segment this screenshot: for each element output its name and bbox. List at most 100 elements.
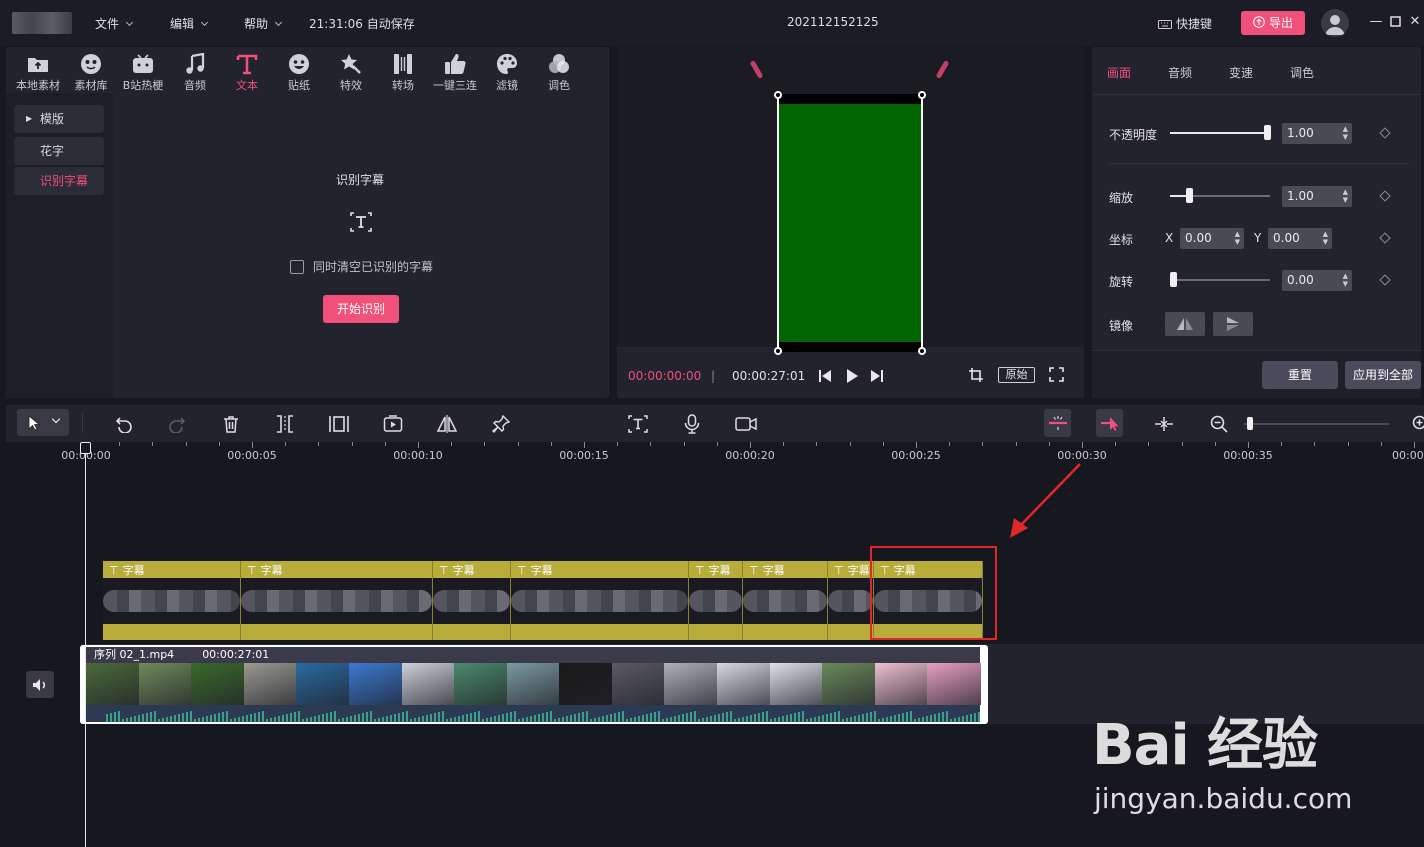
- waveform-bar: [418, 717, 420, 722]
- waveform-bar: [226, 711, 228, 722]
- video-frame[interactable]: [774, 91, 926, 355]
- subtitle-clip[interactable]: ⊤ 字幕: [433, 561, 511, 640]
- rotation-input[interactable]: 0.00 ▲ ▼: [1282, 270, 1352, 291]
- center-split-icon[interactable]: [1153, 413, 1175, 435]
- position-x-input[interactable]: 0.00 ▲ ▼: [1180, 228, 1244, 249]
- apply-to-all-button[interactable]: 应用到全部: [1345, 361, 1421, 389]
- tab-speed[interactable]: 变速: [1229, 64, 1253, 81]
- tab-audio[interactable]: 音频: [1168, 64, 1192, 81]
- shortcut-button[interactable]: 快捷键: [1158, 15, 1212, 32]
- tool-filter[interactable]: 滤镜: [481, 51, 533, 93]
- subnav-fancy-text[interactable]: 花字: [14, 137, 104, 165]
- tool-material-library[interactable]: 素材库: [65, 51, 117, 93]
- position-keyframe-icon[interactable]: [1379, 232, 1391, 244]
- minimize-button[interactable]: —: [1369, 14, 1383, 30]
- replay-icon[interactable]: [382, 413, 404, 435]
- next-frame-icon[interactable]: [870, 369, 884, 386]
- zoom-in-icon[interactable]: [1410, 413, 1424, 435]
- menu-help[interactable]: 帮助: [244, 15, 283, 32]
- subnav-recognize-subtitles[interactable]: 识别字幕: [14, 167, 104, 195]
- mirror-horizontal-button[interactable]: [1165, 312, 1205, 336]
- flip-icon[interactable]: [436, 413, 458, 435]
- checkbox-box[interactable]: [290, 259, 304, 274]
- playhead[interactable]: [80, 442, 91, 847]
- subtitle-clip[interactable]: ⊤ 字幕: [103, 561, 241, 640]
- opacity-keyframe-icon[interactable]: [1379, 127, 1391, 139]
- scale-input[interactable]: 1.00 ▲ ▼: [1282, 186, 1352, 207]
- crop-icon[interactable]: [968, 367, 984, 386]
- camera-icon[interactable]: [735, 413, 757, 435]
- zoom-slider-thumb[interactable]: [1247, 417, 1253, 430]
- subtitle-clip[interactable]: ⊤ 字幕: [828, 561, 874, 640]
- video-thumbnail: [296, 663, 350, 705]
- tool-sticker[interactable]: 贴纸: [273, 51, 325, 93]
- resize-handle-bl[interactable]: [774, 347, 782, 355]
- subtitle-clip[interactable]: ⊤ 字幕: [241, 561, 433, 640]
- magnet-snap-button[interactable]: [1044, 409, 1071, 437]
- play-icon[interactable]: [845, 368, 859, 387]
- opacity-slider[interactable]: [1170, 125, 1271, 140]
- maximize-button[interactable]: [1388, 14, 1402, 30]
- scale-slider-thumb[interactable]: [1186, 188, 1193, 203]
- rotation-keyframe-icon[interactable]: [1379, 274, 1391, 286]
- waveform-bar: [454, 717, 456, 722]
- tool-text[interactable]: 文本: [221, 51, 273, 93]
- tool-effects[interactable]: 特效: [325, 51, 377, 93]
- original-ratio-button[interactable]: 原始: [998, 367, 1035, 383]
- tool-audio[interactable]: 音频: [169, 51, 221, 93]
- zoom-out-icon[interactable]: [1208, 413, 1230, 435]
- start-recognition-button[interactable]: 开始识别: [323, 295, 399, 323]
- menu-file[interactable]: 文件: [95, 15, 134, 32]
- waveform-bar: [662, 719, 664, 722]
- clear-existing-checkbox[interactable]: 同时清空已识别的字幕: [290, 258, 433, 275]
- close-button[interactable]: ✕: [1408, 14, 1422, 30]
- trim-icon[interactable]: [328, 413, 350, 435]
- reset-button[interactable]: 重置: [1262, 361, 1338, 389]
- fullscreen-icon[interactable]: [1049, 367, 1064, 385]
- tab-picture[interactable]: 画面: [1107, 64, 1131, 81]
- playhead-handle[interactable]: [80, 442, 91, 454]
- tool-color-grading[interactable]: 调色: [533, 51, 585, 93]
- export-button[interactable]: 导出: [1241, 11, 1305, 35]
- text-recognize-icon[interactable]: [627, 413, 649, 435]
- resize-handle-tr[interactable]: [918, 91, 926, 99]
- position-y-input[interactable]: 0.00 ▲ ▼: [1268, 228, 1332, 249]
- waveform-bar: [606, 715, 608, 722]
- select-tool-dropdown[interactable]: [17, 409, 69, 436]
- redo-icon[interactable]: [166, 413, 188, 435]
- video-clip[interactable]: 序列 02_1.mp4 00:00:27:01: [80, 645, 988, 724]
- undo-icon[interactable]: [113, 413, 135, 435]
- tab-color[interactable]: 调色: [1290, 64, 1314, 81]
- resize-handle-br[interactable]: [918, 347, 926, 355]
- tv-icon: [133, 54, 153, 73]
- zoom-slider[interactable]: [1244, 417, 1389, 430]
- waveform-bar: [582, 712, 584, 722]
- tool-local-media[interactable]: 本地素材: [12, 51, 64, 93]
- resize-handle-tl[interactable]: [774, 91, 782, 99]
- mirror-vertical-button[interactable]: [1213, 312, 1253, 336]
- subtitle-clip-label: ⊤ 字幕: [439, 564, 475, 577]
- opacity-input[interactable]: 1.00 ▲ ▼: [1282, 123, 1352, 144]
- mute-track-button[interactable]: [26, 671, 54, 698]
- tool-triple-combo[interactable]: 一键三连: [429, 51, 481, 93]
- subtitle-clip[interactable]: ⊤ 字幕: [743, 561, 828, 640]
- subnav-template[interactable]: ▶ 模版: [14, 105, 104, 133]
- rotation-slider[interactable]: [1170, 272, 1270, 287]
- linkage-button[interactable]: [1096, 409, 1123, 437]
- subtitle-clip[interactable]: ⊤ 字幕: [511, 561, 689, 640]
- pin-icon[interactable]: [490, 413, 512, 435]
- scale-keyframe-icon[interactable]: [1379, 190, 1391, 202]
- waveform-bar: [498, 715, 500, 722]
- user-avatar[interactable]: [1321, 9, 1349, 37]
- microphone-icon[interactable]: [681, 413, 703, 435]
- menu-edit[interactable]: 编辑: [170, 15, 209, 32]
- prev-frame-icon[interactable]: [818, 369, 832, 386]
- opacity-slider-thumb[interactable]: [1264, 125, 1271, 140]
- tool-bilibili-memes[interactable]: B站热梗: [117, 51, 169, 93]
- tool-transition[interactable]: 转场: [377, 51, 429, 93]
- subtitle-clip[interactable]: ⊤ 字幕: [689, 561, 743, 640]
- split-icon[interactable]: [274, 413, 296, 435]
- delete-icon[interactable]: [220, 413, 242, 435]
- scale-slider[interactable]: [1170, 188, 1270, 203]
- rotation-slider-thumb[interactable]: [1170, 272, 1177, 287]
